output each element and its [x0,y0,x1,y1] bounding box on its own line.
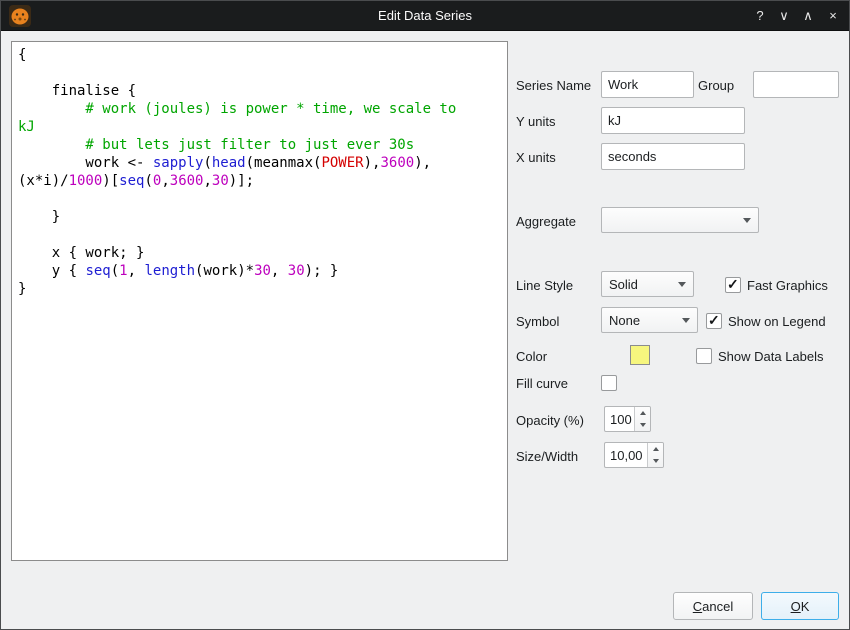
line-style-label: Line Style [516,278,574,293]
dropdown-arrow-icon [743,218,751,223]
show-data-labels-label: Show Data Labels [718,348,824,364]
show-on-legend-checkbox[interactable]: Show on Legend [706,312,826,329]
show-on-legend-label: Show on Legend [728,313,826,329]
color-swatch[interactable] [630,345,650,365]
cancel-button[interactable]: Cancel [673,592,753,620]
spin-down-icon[interactable] [635,419,650,431]
checkbox-box [706,312,722,329]
show-data-labels-checkbox[interactable]: Show Data Labels [696,348,824,364]
y-units-input[interactable] [601,107,745,134]
y-units-label: Y units [516,114,556,129]
titlebar[interactable]: Edit Data Series ? ∨ ∧ × [1,1,849,31]
window-title: Edit Data Series [378,8,472,23]
group-label: Group [698,78,735,93]
symbol-select[interactable]: None [601,307,698,333]
group-input[interactable] [753,71,839,98]
series-name-label: Series Name [516,78,592,93]
size-width-value: 10,00 [610,447,643,463]
ok-button[interactable]: OK [761,592,839,620]
fill-curve-checkbox[interactable] [601,375,617,391]
symbol-label: Symbol [516,314,560,329]
help-icon[interactable]: ? [751,1,769,31]
code-editor-content: { finalise { # work (joules) is power * … [18,47,457,297]
checkbox-box [601,375,617,391]
opacity-spinbox[interactable]: 100 [604,406,651,432]
aggregate-select[interactable] [601,207,759,233]
edit-data-series-dialog: Edit Data Series ? ∨ ∧ × { finalise { # … [0,0,850,630]
checkbox-box [725,276,741,293]
series-name-input[interactable] [601,71,694,98]
code-editor[interactable]: { finalise { # work (joules) is power * … [11,41,508,561]
fast-graphics-label: Fast Graphics [747,277,828,293]
checkbox-box [696,348,712,364]
x-units-input[interactable] [601,143,745,170]
opacity-label: Opacity (%) [516,413,584,428]
chevron-up-icon[interactable]: ∧ [799,1,817,31]
dropdown-arrow-icon [682,318,690,323]
aggregate-label: Aggregate [516,214,576,229]
size-width-spinbox[interactable]: 10,00 [604,442,664,468]
x-units-label: X units [516,150,556,165]
spinner-arrows [647,443,663,467]
line-style-select[interactable]: Solid [601,271,694,297]
spinner-arrows [634,407,650,431]
color-label: Color [516,349,548,364]
chevron-down-icon[interactable]: ∨ [775,1,793,31]
spin-up-icon[interactable] [635,407,650,419]
fill-curve-label: Fill curve [516,376,569,391]
close-icon[interactable]: × [824,1,842,31]
spin-down-icon[interactable] [648,455,663,467]
line-style-value: Solid [609,276,638,292]
spin-up-icon[interactable] [648,443,663,455]
symbol-value: None [609,312,641,328]
dropdown-arrow-icon [678,282,686,287]
size-width-label: Size/Width [516,449,579,464]
opacity-value: 100 [610,411,632,427]
fast-graphics-checkbox[interactable]: Fast Graphics [725,276,828,293]
